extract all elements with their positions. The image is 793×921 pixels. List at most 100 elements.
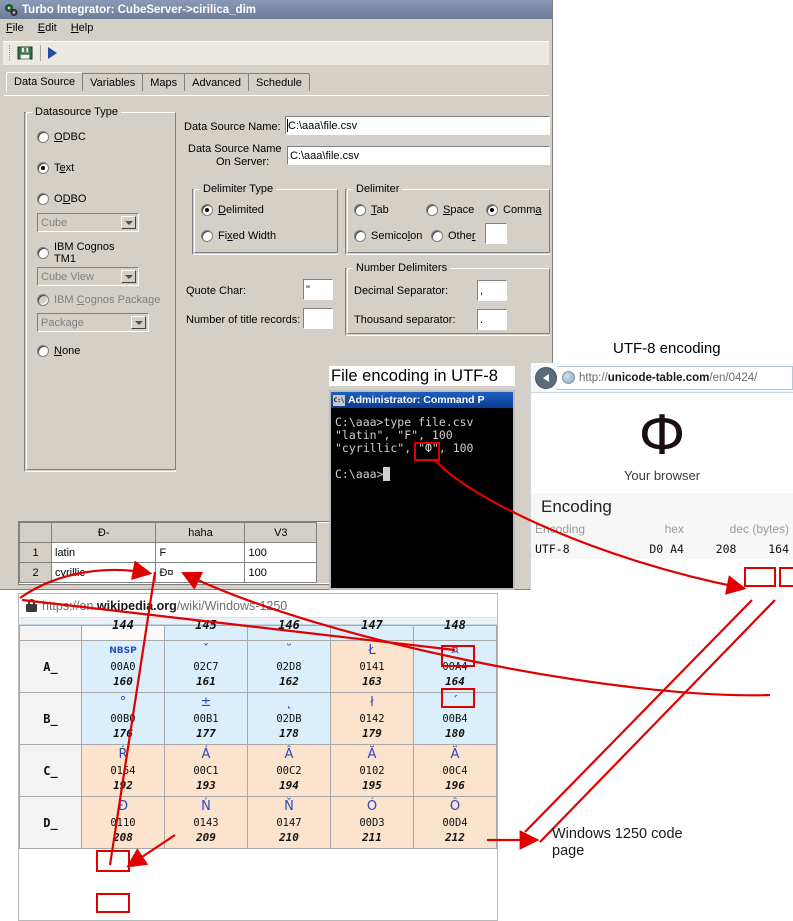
codepoint-cell[interactable]: Ň 0147 210 xyxy=(247,796,331,849)
command-prompt-group: File encoding in UTF-8 C:\ Administrator… xyxy=(329,366,515,590)
radio-indicator xyxy=(37,131,49,143)
decimal-separator-input[interactable]: , xyxy=(477,280,507,301)
codepoint-cell[interactable]: Ă 0102 195 xyxy=(330,744,414,797)
menu-help[interactable]: Help xyxy=(71,22,94,34)
menu-file[interactable]: File xyxy=(6,22,24,34)
delimiter-legend: Delimiter xyxy=(353,183,403,195)
radio-delimited[interactable]: Delimited xyxy=(201,204,264,216)
codepoint-cell[interactable]: Ä 00C4 196 xyxy=(413,744,497,797)
codepoint-cell[interactable]: Á 00C1 193 xyxy=(164,744,248,797)
row-number[interactable]: 1 xyxy=(19,542,52,563)
codepoint-cell[interactable]: ¤ 00A4 164 xyxy=(413,640,497,693)
save-floppy-icon[interactable] xyxy=(17,45,33,61)
radio-other[interactable]: Other xyxy=(431,230,476,242)
column-header-3[interactable]: V3 xyxy=(244,522,318,543)
console-output[interactable]: C:\aaa>type file.csv "latin", "F", 100 "… xyxy=(331,408,513,489)
codepoint-cell[interactable]: Ń 0143 209 xyxy=(164,796,248,849)
codepoint-cell[interactable]: ° 00B0 176 xyxy=(81,692,165,745)
menu-edit[interactable]: Edit xyxy=(38,22,57,34)
chevron-down-icon[interactable] xyxy=(131,316,146,329)
cell-c2[interactable]: F xyxy=(155,542,246,563)
run-play-icon[interactable] xyxy=(48,47,57,59)
title-records-input[interactable] xyxy=(303,308,333,329)
codepoint-cell[interactable]: ˘ 02D8 162 xyxy=(247,640,331,693)
combo-cube-value: Cube xyxy=(41,216,68,229)
cell-c1[interactable]: cyrillic xyxy=(50,562,157,583)
number-delimiters-group: Number Delimiters Decimal Separator: , T… xyxy=(345,262,550,336)
delimiter-type-group: Delimiter Type Delimited Fixed Width xyxy=(192,183,338,255)
combo-cube-view[interactable]: Cube View xyxy=(37,267,139,286)
codepoint-cell[interactable]: ˛ 02DB 178 xyxy=(247,692,331,745)
cell-c3[interactable]: 100 xyxy=(244,542,318,563)
table-row: C_ Ŕ 0154 192 Á 00C1 193 Â 00C2 194 Ă 01… xyxy=(19,744,497,797)
row-header: D_ xyxy=(19,796,82,849)
codepoint-cell[interactable]: Ó 00D3 211 xyxy=(330,796,414,849)
radio-odbo[interactable]: ODBO xyxy=(37,193,86,205)
column-header-1[interactable]: Đ- xyxy=(50,522,157,543)
codepoint-cell[interactable]: ł 0142 179 xyxy=(330,692,414,745)
data-source-name-server-label2: On Server: xyxy=(216,156,270,168)
console-annotation-caption: File encoding in UTF-8 xyxy=(329,366,515,386)
data-source-name-server-input[interactable]: C:\aaa\file.csv xyxy=(287,146,550,165)
quote-char-label: Quote Char: xyxy=(186,285,246,297)
data-source-name-input[interactable]: C:\aaa\file.csv xyxy=(285,116,550,135)
address-bar[interactable]: http://unicode-table.com/en/0424/ xyxy=(557,365,793,390)
tab-advanced[interactable]: Advanced xyxy=(184,73,250,91)
codepoint-cell[interactable]: Ŕ 0154 192 xyxy=(81,744,165,797)
cell-c1[interactable]: latin xyxy=(50,542,157,563)
tab-maps[interactable]: Maps xyxy=(142,73,186,91)
radio-ibm-cognos-package[interactable]: IBM Cognos Package xyxy=(37,294,160,306)
chevron-down-icon[interactable] xyxy=(121,270,136,283)
hero-caption: Your browser xyxy=(623,467,701,483)
number-delimiters-legend: Number Delimiters xyxy=(353,262,451,274)
cell-c3[interactable]: 100 xyxy=(244,562,318,583)
radio-none[interactable]: None xyxy=(37,345,80,357)
tab-schedule[interactable]: Schedule xyxy=(248,73,310,91)
combo-cube[interactable]: Cube xyxy=(37,213,139,232)
radio-ibm-cognos-tm1[interactable]: IBM Cognos TM1 xyxy=(37,241,115,265)
column-header-2[interactable]: haha xyxy=(155,522,246,543)
back-arrow-icon[interactable] xyxy=(535,366,557,389)
codepoint-cell[interactable]: ˇ 02C7 161 xyxy=(164,640,248,693)
radio-indicator xyxy=(37,345,49,357)
combo-package[interactable]: Package xyxy=(37,313,149,332)
codepoint-cell[interactable]: Đ 0110 208 xyxy=(81,796,165,849)
address-bar-url[interactable]: https://en.wikipedia.org/wiki/Windows-12… xyxy=(42,599,287,613)
table-header-row: Encoding hex dec (bytes) xyxy=(531,519,793,539)
col-encoding: Encoding xyxy=(535,522,586,536)
radio-text[interactable]: Text xyxy=(37,162,74,174)
radio-odbc[interactable]: ODBC xyxy=(37,131,86,143)
codepoint-cell[interactable]: ± 00B1 177 xyxy=(164,692,248,745)
chevron-down-icon[interactable] xyxy=(121,216,136,229)
console-line: C:\aaa> xyxy=(335,467,384,481)
browser-urlbar: https://en.wikipedia.org/wiki/Windows-12… xyxy=(19,594,497,618)
codepoint-cell[interactable]: Â 00C2 194 xyxy=(247,744,331,797)
codepoint-cell[interactable]: NBSP 00A0 160 xyxy=(81,640,165,693)
radio-comma[interactable]: Comma xyxy=(486,204,542,216)
radio-indicator xyxy=(37,162,49,174)
col-dec: dec (bytes) xyxy=(729,522,789,536)
tab-variables[interactable]: Variables xyxy=(82,73,144,91)
codepoint-cell[interactable]: Ô 00D4 212 xyxy=(413,796,497,849)
thousand-separator-input[interactable]: . xyxy=(477,309,507,330)
radio-space[interactable]: Space xyxy=(426,204,474,216)
preview-grid[interactable]: Đ- haha V3 1 latin F 100 2 cyrillic Đ¤ 1… xyxy=(18,521,338,585)
delimiter-other-input[interactable] xyxy=(485,223,507,244)
tab-data-source[interactable]: Data Source xyxy=(6,72,84,91)
row-number[interactable]: 2 xyxy=(19,562,52,583)
radio-tab[interactable]: Tab xyxy=(354,204,389,216)
combo-package-value: Package xyxy=(41,316,84,329)
table-row[interactable]: 1 latin F 100 xyxy=(19,542,337,563)
radio-semicolon[interactable]: Semicolon xyxy=(354,230,422,242)
wikipedia-browser: https://en.wikipedia.org/wiki/Windows-12… xyxy=(18,593,498,921)
codepoint-cell[interactable]: ´ 00B4 180 xyxy=(413,692,497,745)
table-row[interactable]: 2 cyrillic Đ¤ 100 xyxy=(19,562,337,583)
table-row: A_ NBSP 00A0 160 ˇ 02C7 161 ˘ 02D8 162 Ł… xyxy=(19,640,497,693)
cell-c2[interactable]: Đ¤ xyxy=(155,562,246,583)
codepoint-cell[interactable]: Ł 0141 163 xyxy=(330,640,414,693)
radio-fixed-width[interactable]: Fixed Width xyxy=(201,230,276,242)
console-cursor: _ xyxy=(383,467,391,481)
toolbar-grip[interactable] xyxy=(9,45,12,61)
grid-corner[interactable] xyxy=(19,522,52,543)
quote-char-input[interactable]: " xyxy=(303,279,333,300)
